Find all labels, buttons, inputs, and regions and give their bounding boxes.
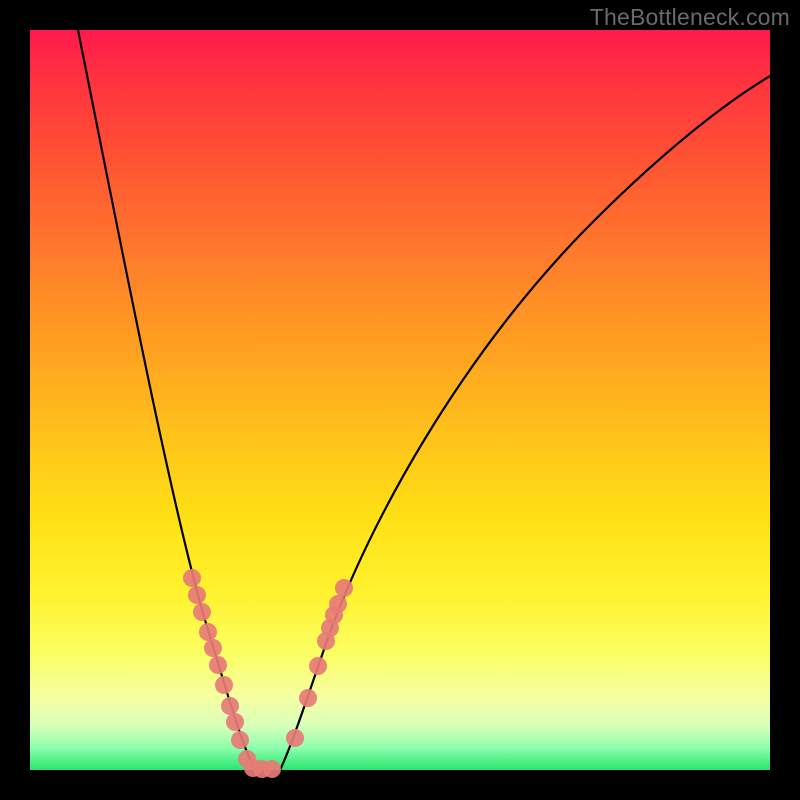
data-point [221,697,239,715]
chart-svg [30,30,770,770]
data-point [226,713,244,731]
data-point [215,676,233,694]
data-point [204,639,222,657]
data-point [299,689,317,707]
data-point [286,729,304,747]
data-point [199,623,217,641]
data-point [193,603,211,621]
right-curve [280,76,770,770]
data-point [263,760,281,778]
plot-area [30,30,770,770]
data-point [231,731,249,749]
chart-frame: TheBottleneck.com [0,0,800,800]
data-point [188,586,206,604]
watermark-text: TheBottleneck.com [590,4,790,31]
data-point [329,595,347,613]
data-points-layer [183,569,353,778]
data-point [309,657,327,675]
data-point [335,579,353,597]
data-point [209,656,227,674]
left-curve [78,30,255,770]
data-point [183,569,201,587]
